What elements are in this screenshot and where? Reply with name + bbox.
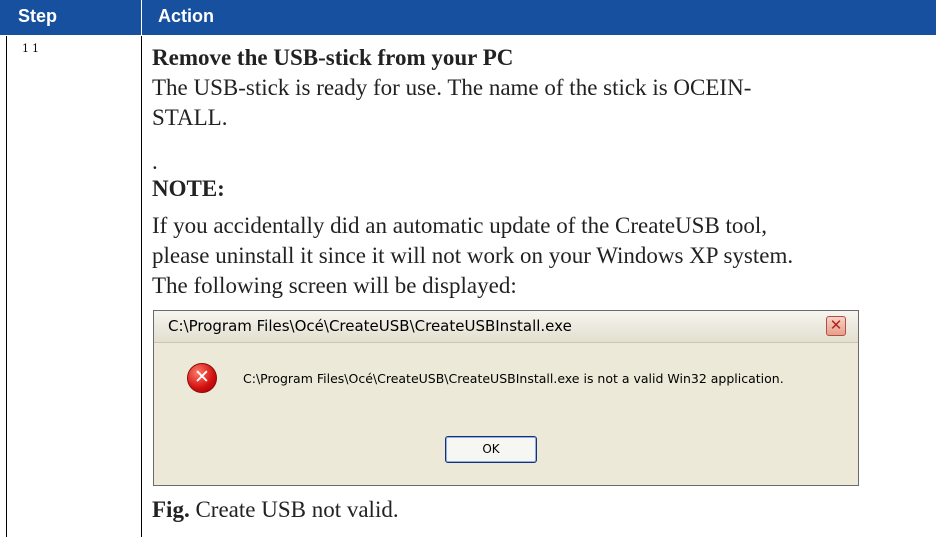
close-icon: ✕: [829, 316, 843, 334]
table-left-border: [6, 36, 7, 537]
body-line-6: The following screen will be displayed:: [152, 273, 517, 298]
body-line-4: If you accidentally did an automatic upd…: [152, 213, 768, 238]
header-action: Action: [158, 6, 214, 26]
note-label: NOTE:: [152, 176, 225, 201]
step-heading: Remove the USB-stick from your PC: [152, 45, 514, 70]
body-line-1: The USB-stick is ready for use. The name…: [152, 75, 752, 100]
caption-text: Create USB not valid.: [189, 497, 399, 522]
header-divider: [141, 0, 142, 35]
body-line-3: .: [152, 149, 158, 174]
figure-caption: Fig. Create USB not valid.: [152, 495, 399, 525]
close-button[interactable]: ✕: [826, 316, 846, 336]
step-number: 11: [22, 42, 42, 55]
error-dialog: C:\Program Files\Océ\CreateUSB\CreateUSB…: [153, 310, 859, 486]
table-column-divider: [141, 36, 142, 537]
dialog-message: C:\Program Files\Océ\CreateUSB\CreateUSB…: [243, 371, 784, 386]
body-line-2: STALL.: [152, 105, 228, 130]
table-header: Step Action: [0, 0, 936, 35]
body-line-5: please uninstall it since it will not wo…: [152, 243, 794, 268]
error-icon: ✕: [187, 363, 217, 393]
dialog-titlebar[interactable]: C:\Program Files\Océ\CreateUSB\CreateUSB…: [154, 311, 858, 343]
ok-button[interactable]: OK: [445, 436, 537, 463]
dialog-title: C:\Program Files\Océ\CreateUSB\CreateUSB…: [168, 317, 572, 335]
caption-label: Fig.: [152, 497, 190, 522]
header-step: Step: [18, 6, 58, 26]
